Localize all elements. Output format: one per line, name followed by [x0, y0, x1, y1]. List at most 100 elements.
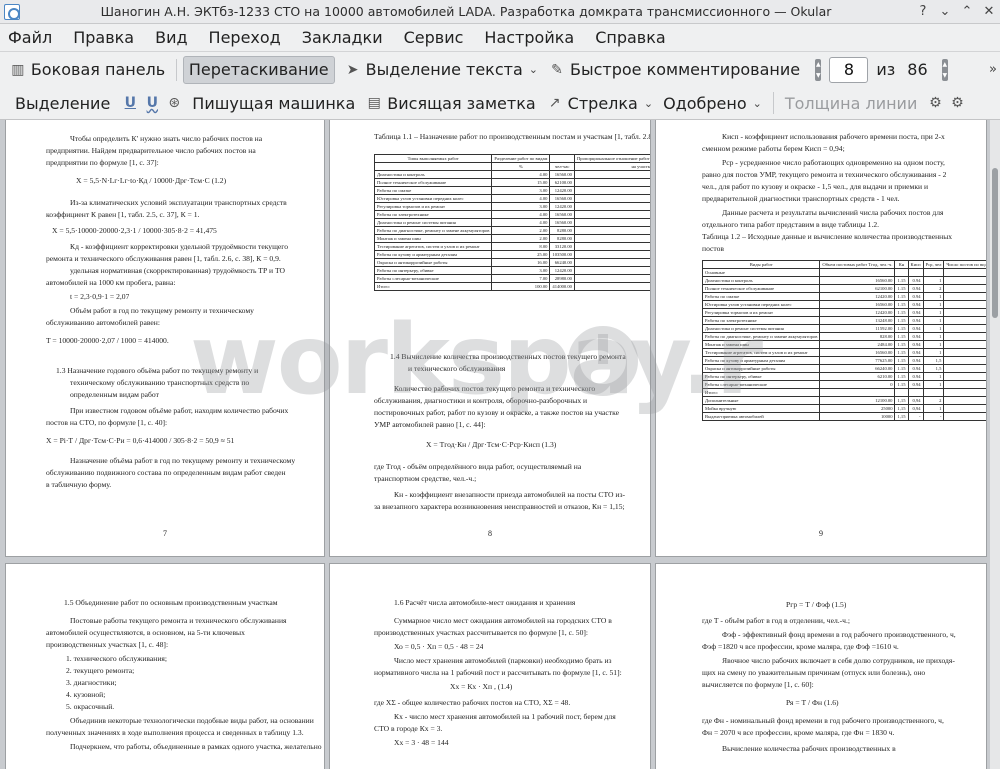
formula: Хх = 3 · 48 = 144: [394, 738, 449, 747]
menu-bookmarks[interactable]: Закладки: [302, 28, 383, 47]
table-row: Работы слесарно-механические01.150.9410: [701, 380, 986, 389]
drag-mode-label: Перетаскивание: [188, 60, 329, 79]
squiggle-underline-icon[interactable]: U: [143, 94, 161, 112]
chevron-down-icon[interactable]: ⌄: [753, 97, 762, 110]
table-cell: Работы по электротехнике: [373, 210, 493, 219]
table-cell: 0.94: [907, 348, 924, 357]
text-line: УМР автомобилей равно [1, с. 44]:: [374, 420, 486, 429]
sidebar-icon: ▥: [11, 61, 25, 78]
table-cell: 1.15: [894, 324, 909, 333]
table-cell: Диагностика и ремонт системы питания: [373, 218, 493, 227]
table-row: Диагностика и ремонт системы питания 4.00…: [373, 218, 650, 227]
chevron-down-icon[interactable]: ⌄: [529, 63, 538, 76]
menu-go[interactable]: Переход: [209, 28, 281, 47]
main-toolbar: ▥ Боковая панель Перетаскивание ➤ Выделе…: [0, 51, 1000, 87]
text-line: производственных участках рассчитывается…: [374, 628, 589, 637]
table-cell: -: [922, 412, 945, 421]
table-cell: Юстировка углов установки передних колес: [701, 300, 821, 309]
text-line: СТО в городе Кх = 3.: [374, 724, 443, 733]
text-line: Кн - коэффициент внезапности приезда авт…: [394, 490, 625, 499]
sidebar-button[interactable]: ▥ Боковая панель: [4, 56, 170, 84]
typewriter-button[interactable]: Пишущая машинка: [187, 89, 360, 117]
approved-stamp-button[interactable]: Одобрено ⌄: [658, 89, 767, 117]
menu-tools[interactable]: Сервис: [404, 28, 464, 47]
quick-comment-button[interactable]: ✎ Быстрое комментирование: [543, 56, 805, 84]
formula: Х = Тгод·Кн / Дрг·Тсм·С·Рср·Кисп (1.3): [426, 440, 557, 449]
table-cell: Работы по электротехнике: [701, 316, 821, 325]
stamp-icon[interactable]: ⊛: [165, 94, 183, 112]
table-cell: 1: [922, 300, 945, 309]
table-row: Работы по интерьеру, обивке3.0012420.005…: [373, 266, 650, 275]
table-cell: Работы по кузову и арматурным деталям: [701, 356, 821, 365]
table-cell: 1.15: [894, 356, 909, 365]
table-cell: [573, 282, 650, 291]
chevron-down-icon[interactable]: ⌄: [644, 97, 653, 110]
previous-page-button[interactable]: ▲ ▼: [815, 58, 822, 81]
text-line: равно для постов УМР, текущего ремонта и…: [702, 170, 947, 179]
formula: Х = 5,5·10000·20000·2,3·1 / 10000·305·8·…: [52, 226, 217, 235]
arrow-button[interactable]: ↗ Стрелка ⌄: [541, 89, 658, 117]
page-number-input[interactable]: 8: [829, 56, 869, 83]
approved-label: Одобрено: [663, 93, 747, 113]
table-row: Работы по интерьеру, обивке 6210.00 1.15 0.…: [701, 372, 986, 381]
table-cell: 25000: [819, 404, 896, 413]
title-bar: Шаногин А.Н. ЭКТбз-1233 СТО на 10000 авт…: [0, 0, 1000, 24]
maximize-icon[interactable]: ⌃: [956, 1, 978, 23]
text-line: вычисляется по формуле [1, с. 60]:: [702, 680, 814, 689]
pop-up-note-button[interactable]: ▤ Висящая заметка: [360, 89, 540, 117]
vertical-scrollbar[interactable]: [990, 120, 1000, 769]
table-cell: 1,15: [894, 404, 909, 413]
text-line: постировочных работ, работ по кузову и о…: [374, 408, 619, 417]
text-select-button[interactable]: ➤ Выделение текста ⌄: [339, 56, 543, 84]
line-width-button[interactable]: Толщина линии: [780, 89, 923, 117]
table-cell: [819, 388, 896, 397]
table-cell: 2484.00: [819, 340, 896, 349]
table-cell: 1.15: [894, 348, 909, 357]
menu-settings[interactable]: Настройка: [484, 28, 574, 47]
text-line: Объём работ в год по текущему ремонту и …: [70, 306, 254, 315]
section-heading: 1.5 Объединение работ по основным произв…: [64, 598, 278, 607]
text-line: Фэф - эффективный фонд времени в год раб…: [722, 630, 956, 639]
text-line: отдельного типа работ представим в виде …: [702, 220, 880, 229]
table-cell: 49.41: [943, 388, 986, 397]
next-page-button[interactable]: ▲ ▼: [941, 58, 948, 81]
table-cell: Юстировка углов установки передних колес: [373, 194, 493, 203]
table-cell: 1.15: [894, 364, 909, 373]
highlight-button[interactable]: Выделение: [10, 89, 115, 117]
table-cell: Работы по диагностике, ремонту и замене …: [373, 226, 493, 235]
table-cell: Работы по интерьеру, обивке: [373, 266, 493, 275]
table-cell: 62100.00: [819, 284, 896, 293]
table-cell: 15.00: [491, 178, 551, 187]
table-cell: 3.00: [491, 186, 551, 195]
window-title: Шаногин А.Н. ЭКТбз-1233 СТО на 10000 авт…: [100, 4, 832, 19]
table-cell: 12420.00: [549, 266, 575, 275]
text-line: обслуживанию подвижного состава по опред…: [46, 468, 286, 477]
table-cell: Диагностика и контроль: [373, 170, 493, 179]
color-icon[interactable]: ⚙: [926, 94, 944, 112]
table-cell: 1: [922, 308, 945, 317]
drag-mode-button[interactable]: Перетаскивание: [182, 55, 335, 84]
underline-icon[interactable]: U: [121, 94, 139, 112]
table-row: Дополнительные12100.001,150,9423,18: [701, 396, 986, 405]
scrollbar-thumb[interactable]: [992, 168, 998, 318]
font-icon[interactable]: ⚙: [948, 94, 966, 112]
table-row: Тестирование агрегатов, систем и узлов и…: [701, 348, 986, 357]
help-context-icon[interactable]: ?: [912, 1, 934, 23]
pdf-page-8: Таблица 1.1 – Назначение работ по произв…: [330, 120, 650, 556]
close-icon[interactable]: ✕: [978, 1, 1000, 23]
document-view[interactable]: Чтобы определить К′ нужно знать число ра…: [0, 120, 990, 769]
menu-help[interactable]: Справка: [595, 28, 666, 47]
formula: t = 2,3·0,9·1 = 2,07: [70, 292, 130, 301]
menu-file[interactable]: Файл: [8, 28, 52, 47]
table-cell: 0: [943, 380, 986, 389]
table-cell: 3,18: [943, 396, 986, 405]
typewriter-label: Пишущая машинка: [192, 93, 356, 113]
text-line: за внезапного характера возникновения не…: [374, 502, 625, 511]
minimize-icon[interactable]: ⌄: [934, 1, 956, 23]
formula: Х = 5,5·N·Lг·Lг·tо·Кд / 10000·Дрг·Тсм·С …: [76, 176, 227, 185]
menu-edit[interactable]: Правка: [73, 28, 134, 47]
table-cell: [894, 268, 909, 277]
overflow-menu-icon[interactable]: »: [986, 59, 1000, 81]
menu-view[interactable]: Вид: [155, 28, 187, 47]
table-cell: 90.00: [573, 226, 650, 235]
